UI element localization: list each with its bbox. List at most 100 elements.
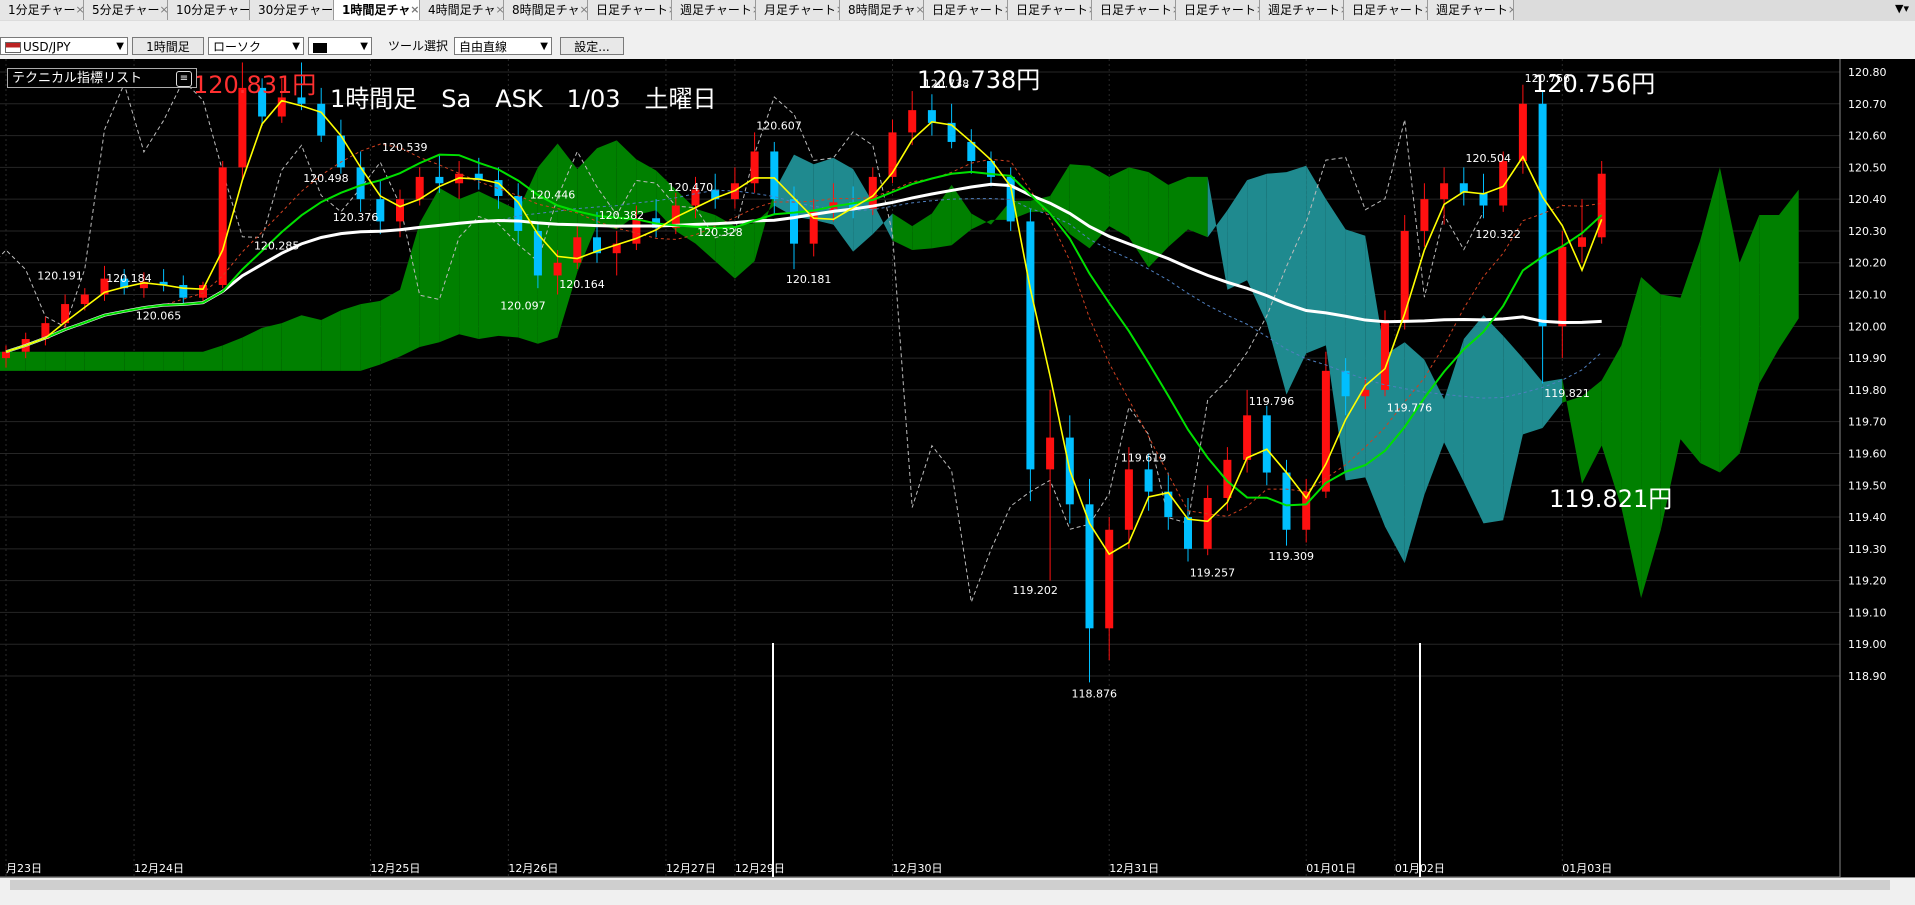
tab-17[interactable]: 週足チャート× bbox=[1428, 0, 1514, 20]
tab-8[interactable]: 週足チャート× bbox=[672, 0, 756, 20]
tool-select[interactable]: 自由直線 ▼ bbox=[454, 37, 552, 55]
tab-12[interactable]: 日足チャート× bbox=[1008, 0, 1092, 20]
y-tick-label: 120.10 bbox=[1848, 289, 1887, 302]
candle-body bbox=[1262, 415, 1271, 473]
tab-3[interactable]: 30分足チャー× bbox=[250, 0, 334, 20]
ichimoku-cloud bbox=[1188, 176, 1208, 238]
candle-body bbox=[317, 103, 326, 136]
horizontal-scrollbar[interactable] bbox=[0, 877, 1915, 892]
tab-4[interactable]: 1時間足チャ × bbox=[334, 0, 420, 20]
chevron-down-icon: ▼ bbox=[540, 41, 548, 52]
scrollbar-thumb[interactable] bbox=[10, 880, 1890, 890]
ichimoku-cloud bbox=[84, 351, 105, 371]
y-tick-label: 119.90 bbox=[1848, 352, 1887, 365]
chevron-down-icon: ▼ bbox=[360, 41, 368, 52]
price-chart[interactable]: 120.830120.831 120.191 120.184 120.065 120.4… bbox=[0, 59, 1915, 905]
candle-body bbox=[1046, 437, 1055, 470]
candle-body bbox=[1105, 529, 1114, 629]
y-tick-label: 119.60 bbox=[1848, 447, 1887, 460]
tab-13[interactable]: 日足チャート× bbox=[1092, 0, 1176, 20]
ichimoku-cloud bbox=[281, 315, 302, 371]
chart-style-select[interactable]: ローソク ▼ bbox=[208, 37, 304, 55]
tab-label: 週足チャート bbox=[1436, 3, 1508, 17]
price-label: 120.097 bbox=[500, 299, 546, 312]
tab-11[interactable]: 日足チャート× bbox=[924, 0, 1008, 20]
close-tab-icon[interactable]: × bbox=[76, 0, 83, 20]
y-tick-label: 120.80 bbox=[1848, 66, 1887, 79]
y-tick-label: 118.90 bbox=[1848, 670, 1887, 683]
tab-15[interactable]: 週足チャート× bbox=[1260, 0, 1344, 20]
price-label: 120.285 bbox=[254, 240, 300, 253]
price-label: 120.607 bbox=[756, 119, 802, 132]
close-tab-icon[interactable]: × bbox=[496, 0, 503, 20]
y-tick-label: 120.00 bbox=[1848, 320, 1887, 333]
tab-5[interactable]: 4時間足チャ × bbox=[420, 0, 504, 20]
ichimoku-cloud bbox=[65, 351, 85, 371]
x-tick-label: 12月29日 bbox=[735, 862, 785, 875]
price-label: 120.184 bbox=[106, 272, 152, 285]
chevron-down-icon: ▼ bbox=[116, 41, 124, 52]
close-tab-icon[interactable]: × bbox=[160, 0, 167, 20]
tab-label: 日足チャート bbox=[1352, 3, 1424, 17]
tab-7[interactable]: 日足チャート× bbox=[588, 0, 672, 20]
close-tab-icon[interactable]: × bbox=[580, 0, 587, 20]
x-tick-label: 月23日 bbox=[6, 862, 42, 875]
price-label: 119.202 bbox=[1012, 584, 1058, 597]
price-label: 119.309 bbox=[1269, 550, 1315, 563]
candle-body bbox=[1479, 192, 1488, 206]
tab-9[interactable]: 月足チャート× bbox=[756, 0, 840, 20]
symbol-value: USD/JPY bbox=[23, 40, 71, 54]
candle-body bbox=[1538, 103, 1547, 327]
price-label: 120.328 bbox=[697, 226, 743, 239]
candle-body bbox=[1440, 183, 1449, 200]
y-tick-label: 119.40 bbox=[1848, 511, 1887, 524]
ichimoku-cloud bbox=[321, 310, 341, 371]
price-label: 120.830 bbox=[146, 59, 192, 61]
chart-toolbar: USD/JPY ▼ 1時間足 ローソク ▼ ▼ ツール選択 自由直線 ▼ 設定... bbox=[0, 21, 1915, 60]
close-tab-icon[interactable]: × bbox=[916, 0, 923, 20]
tab-label: 週足チャート bbox=[680, 3, 752, 17]
candle-body bbox=[1184, 517, 1192, 549]
timeframe-button[interactable]: 1時間足 bbox=[132, 37, 204, 55]
close-tab-icon[interactable]: × bbox=[410, 0, 419, 20]
ichimoku-cloud bbox=[459, 191, 479, 340]
ichimoku-cloud bbox=[45, 351, 66, 371]
tab-label: 日足チャート bbox=[932, 3, 1004, 17]
y-tick-label: 119.50 bbox=[1848, 479, 1887, 492]
candle-body bbox=[1578, 237, 1586, 247]
tab-14[interactable]: 日足チャート× bbox=[1176, 0, 1260, 20]
candle-body bbox=[1026, 221, 1035, 470]
price-label: 119.821 bbox=[1544, 387, 1590, 400]
chart-tab-bar: 1分足チャー×5分足チャー×10分足チャー×30分足チャー×1時間足チャ×4時間… bbox=[0, 0, 1915, 22]
tab-2[interactable]: 10分足チャー× bbox=[168, 0, 250, 20]
color-select[interactable]: ▼ bbox=[308, 37, 372, 55]
candle-body bbox=[1203, 497, 1212, 549]
tab-16[interactable]: 日足チャート× bbox=[1344, 0, 1428, 20]
ichimoku-cloud bbox=[163, 351, 184, 371]
y-tick-label: 119.30 bbox=[1848, 543, 1887, 556]
indicator-list-button[interactable]: テクニカル指標リスト ≡ bbox=[7, 68, 197, 88]
candle-body bbox=[1144, 469, 1153, 492]
candle-body bbox=[1243, 415, 1252, 460]
chart-style-value: ローソク bbox=[213, 40, 262, 54]
candle-body bbox=[1420, 199, 1429, 231]
chevron-down-icon: ▼ bbox=[292, 41, 300, 52]
candle-body bbox=[199, 284, 207, 298]
tool-select-value: 自由直線 bbox=[459, 40, 508, 54]
tab-label: 8時間足チャ bbox=[848, 3, 916, 17]
candle-body bbox=[238, 87, 247, 168]
ichimoku-cloud bbox=[360, 300, 381, 371]
tab-10[interactable]: 8時間足チャ × bbox=[840, 0, 924, 20]
candle-body bbox=[809, 211, 818, 244]
y-tick-label: 120.40 bbox=[1848, 193, 1887, 206]
tab-list-dropdown-icon[interactable]: ▼▾ bbox=[1895, 2, 1909, 15]
symbol-select[interactable]: USD/JPY ▼ bbox=[0, 37, 128, 55]
candle-body bbox=[1321, 370, 1330, 492]
tab-0[interactable]: 1分足チャー × bbox=[0, 0, 84, 20]
tab-1[interactable]: 5分足チャー × bbox=[84, 0, 168, 20]
tab-6[interactable]: 8時間足チャ × bbox=[504, 0, 588, 20]
close-tab-icon[interactable]: × bbox=[1508, 0, 1513, 20]
us-jp-flag-icon bbox=[5, 42, 21, 53]
settings-button[interactable]: 設定... bbox=[560, 37, 624, 55]
x-tick-label: 12月31日 bbox=[1109, 862, 1159, 875]
